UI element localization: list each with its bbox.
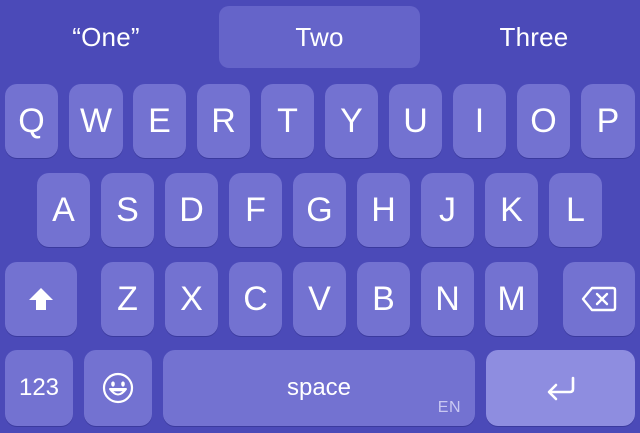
return-key[interactable] [486, 350, 635, 426]
key-e[interactable]: E [133, 84, 186, 158]
emoji-key[interactable] [84, 350, 152, 426]
key-k[interactable]: K [485, 173, 538, 247]
key-h[interactable]: H [357, 173, 410, 247]
key-r[interactable]: R [197, 84, 250, 158]
suggestion-bar: “One” Two Three [0, 0, 640, 78]
key-g[interactable]: G [293, 173, 346, 247]
key-i[interactable]: I [453, 84, 506, 158]
shift-key[interactable] [5, 262, 77, 336]
numbers-key[interactable]: 123 [5, 350, 73, 426]
key-s[interactable]: S [101, 173, 154, 247]
key-a[interactable]: A [37, 173, 90, 247]
space-key[interactable]: space EN [163, 350, 475, 426]
key-x[interactable]: X [165, 262, 218, 336]
delete-icon [581, 286, 617, 312]
key-c[interactable]: C [229, 262, 282, 336]
suggestion-3[interactable]: Three [428, 6, 640, 68]
keyboard: “One” Two Three Q W E R T Y U I O P A S … [0, 0, 640, 433]
key-l[interactable]: L [549, 173, 602, 247]
key-f[interactable]: F [229, 173, 282, 247]
emoji-icon [101, 371, 135, 405]
key-n[interactable]: N [421, 262, 474, 336]
shift-icon [27, 285, 55, 313]
key-u[interactable]: U [389, 84, 442, 158]
key-w[interactable]: W [69, 84, 123, 158]
return-icon [544, 375, 578, 401]
key-t[interactable]: T [261, 84, 314, 158]
key-j[interactable]: J [421, 173, 474, 247]
suggestion-2[interactable]: Two [219, 6, 420, 68]
language-indicator: EN [437, 399, 461, 416]
key-m[interactable]: M [485, 262, 538, 336]
key-z[interactable]: Z [101, 262, 154, 336]
space-label: space [286, 374, 352, 401]
key-q[interactable]: Q [5, 84, 58, 158]
key-y[interactable]: Y [325, 84, 378, 158]
key-o[interactable]: O [517, 84, 570, 158]
key-v[interactable]: V [293, 262, 346, 336]
key-p[interactable]: P [581, 84, 635, 158]
delete-key[interactable] [563, 262, 635, 336]
key-b[interactable]: B [357, 262, 410, 336]
key-d[interactable]: D [165, 173, 218, 247]
suggestion-1[interactable]: “One” [0, 6, 212, 68]
